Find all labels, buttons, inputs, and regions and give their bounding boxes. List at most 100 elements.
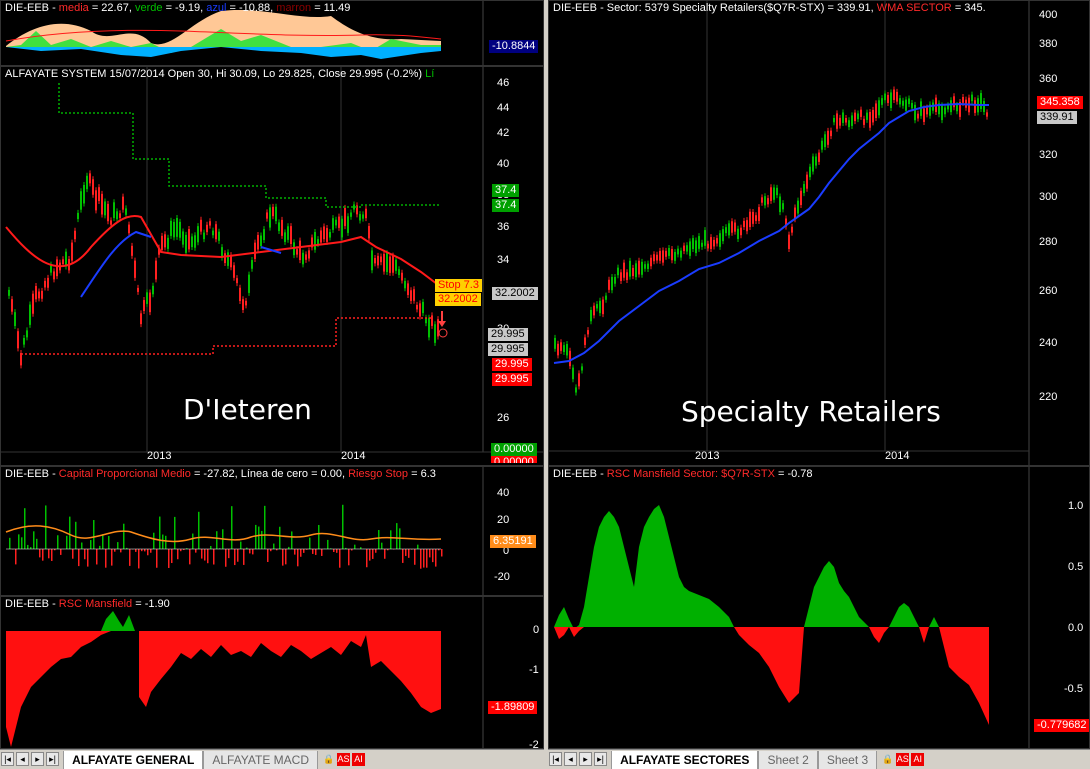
capital-bar [207, 549, 209, 564]
capital-bar [327, 539, 329, 549]
candle-body [620, 272, 622, 281]
capital-bar [441, 549, 443, 557]
candle-body [53, 271, 55, 280]
candle-body [230, 255, 232, 268]
capital-bar [111, 549, 113, 566]
candle-body [740, 227, 742, 236]
candle-body [914, 104, 916, 121]
capital-bar [261, 530, 263, 549]
candle-body [725, 227, 727, 234]
capital-bar [153, 532, 155, 549]
tab-sheet-3[interactable]: Sheet 3 [817, 751, 878, 769]
capital-bar [108, 535, 110, 549]
series-value: = 11.49 [314, 2, 351, 14]
lock-icon[interactable]: 🔒 [881, 753, 894, 766]
candle-body [377, 255, 379, 266]
capital-bar [339, 549, 341, 568]
candle-body [143, 300, 145, 312]
tab-alfayate-general[interactable]: ALFAYATE GENERAL [63, 751, 204, 769]
capital-bar [243, 549, 245, 565]
y-tick: 300 [1039, 191, 1058, 203]
candle-body [707, 243, 709, 249]
capital-bar [318, 524, 320, 549]
first-sheet-button[interactable]: |◂ [1, 752, 14, 766]
candle-body [812, 156, 814, 172]
sync-ai-button[interactable]: AI [352, 753, 366, 766]
candle-body [614, 276, 616, 284]
candle-body [578, 373, 580, 387]
candle-body [830, 130, 832, 137]
capital-bar [390, 530, 392, 549]
candle-body [407, 283, 409, 296]
candle-body [299, 240, 301, 261]
candle-body [434, 324, 436, 343]
candle-body [44, 280, 46, 288]
candle-body [128, 224, 130, 234]
tab-alfayate-macd[interactable]: ALFAYATE MACD [203, 751, 318, 769]
candle-body [326, 228, 328, 242]
candle-body [731, 221, 733, 233]
capital-bar [129, 549, 131, 566]
y-tick: 400 [1039, 9, 1058, 21]
candle-body [674, 251, 676, 261]
capital-bar [15, 549, 17, 565]
candle-body [593, 305, 595, 316]
sync-ai-button[interactable]: AI [911, 753, 925, 766]
next-sheet-button[interactable]: ▸ [31, 752, 44, 766]
candle-body [911, 102, 913, 109]
tab-alfayate-sectores[interactable]: ALFAYATE SECTORES [611, 751, 759, 769]
stop-green-tag: 37.4 [492, 184, 520, 197]
capital-bar [252, 549, 254, 555]
candle-body [623, 262, 625, 278]
sync-as-button[interactable]: AS [337, 753, 351, 766]
candle-body [608, 279, 610, 290]
candle-body [773, 187, 775, 200]
prev-sheet-button[interactable]: ◂ [564, 752, 577, 766]
candle-body [125, 208, 127, 215]
candle-body [305, 254, 307, 260]
candle-body [353, 204, 355, 210]
prev-sheet-button[interactable]: ◂ [16, 752, 29, 766]
tab-sheet-2[interactable]: Sheet 2 [758, 751, 818, 769]
capital-bar [291, 531, 293, 549]
candle-body [833, 118, 835, 123]
candle-body [278, 222, 280, 232]
ticker-label: DIE-EEB [553, 468, 598, 480]
sector-rsc-pane[interactable]: DIE-EEB - RSC Mansfield Sector: $Q7R-STX… [548, 466, 1090, 749]
candle-body [875, 103, 877, 119]
y-tick: 0.5 [1068, 561, 1084, 573]
indicator-pane-top[interactable]: DIE-EEB - media = 22.67, verde = -9.19, … [0, 0, 544, 66]
candle-body [41, 290, 43, 299]
next-sheet-button[interactable]: ▸ [579, 752, 592, 766]
capital-pane[interactable]: DIE-EEB - Capital Proporcional Medio = -… [0, 466, 544, 596]
candle-body [827, 130, 829, 145]
sync-as-button[interactable]: AS [896, 753, 910, 766]
price-red-tag: 29.995 [492, 358, 532, 371]
candle-body [203, 232, 205, 240]
last-sheet-button[interactable]: ▸| [46, 752, 59, 766]
last-sheet-button[interactable]: ▸| [594, 752, 607, 766]
lock-icon[interactable]: 🔒 [322, 753, 335, 766]
candle-body [245, 300, 247, 306]
price-chart-pane[interactable]: ALFAYATE SYSTEM 15/07/2014 Open 30, Hi 3… [0, 66, 544, 466]
candle-body [23, 337, 25, 345]
wma-red-tag: 345.358 [1037, 96, 1083, 109]
rsc-mansfield-pane[interactable]: DIE-EEB - RSC Mansfield = -1.90 0 -1 -2 … [0, 596, 544, 749]
price-red-tag: 29.995 [492, 373, 532, 386]
series-value: = 0.00, [311, 468, 346, 480]
candle-body [251, 260, 253, 269]
candle-body [167, 237, 169, 249]
sector-price-pane[interactable]: DIE-EEB - Sector: 5379 Specialty Retaile… [548, 0, 1090, 466]
capital-bar [300, 549, 302, 557]
candle-body [659, 250, 661, 261]
candle-body [176, 217, 178, 237]
capital-bar [99, 545, 101, 549]
candle-body [662, 250, 664, 263]
candle-body [734, 222, 736, 232]
first-sheet-button[interactable]: |◂ [549, 752, 562, 766]
candle-body [737, 228, 739, 239]
capital-bar [231, 506, 233, 549]
capital-bar [57, 535, 59, 549]
candle-body [560, 342, 562, 351]
price-header-tail: Lí [425, 68, 435, 80]
